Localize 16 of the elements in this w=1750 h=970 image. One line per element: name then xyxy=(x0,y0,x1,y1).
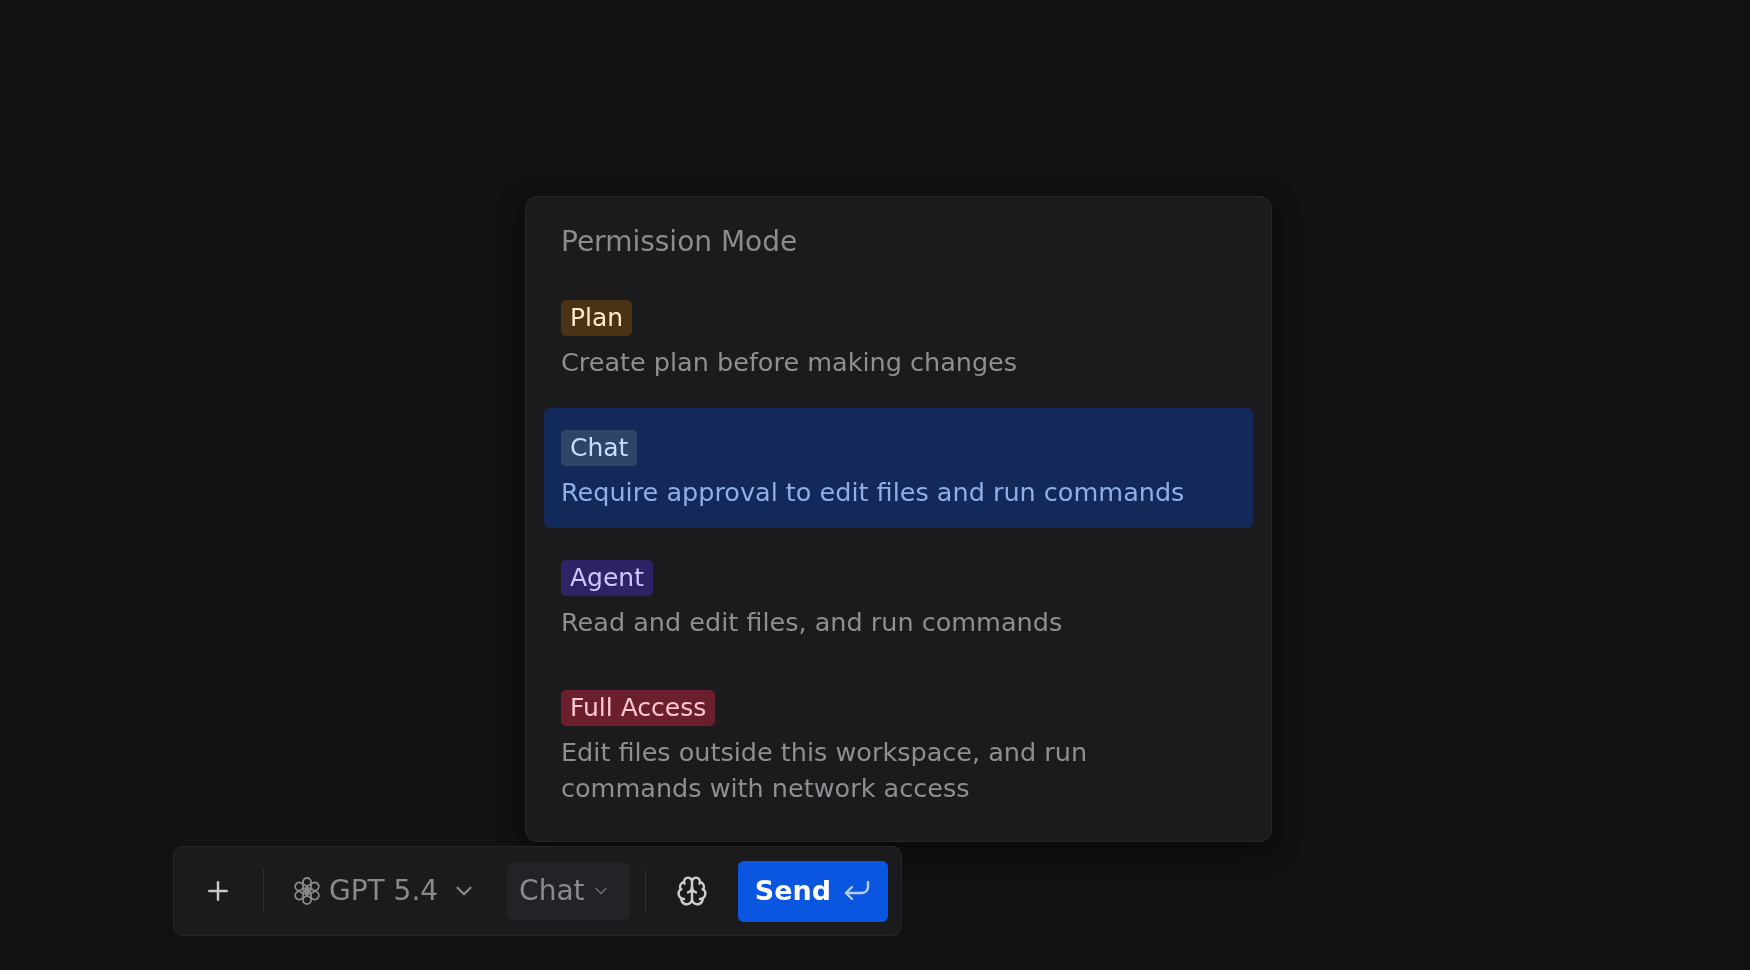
send-button[interactable]: Send xyxy=(738,860,888,922)
mode-tag: Full Access xyxy=(561,690,716,726)
flower-logo-icon xyxy=(292,876,322,906)
brain-icon xyxy=(676,875,709,907)
mode-tag: Chat xyxy=(561,430,638,466)
option-description: Require approval to edit files and run commands xyxy=(561,476,1185,509)
option-description: Edit files outside this workspace, and run commands with network access xyxy=(561,736,1089,805)
menu-title: Permission Mode xyxy=(561,226,798,258)
permission-option[interactable]: Chat Require approval to edit files and run commands xyxy=(544,408,1253,528)
return-arrow-icon xyxy=(843,880,872,902)
model-selector[interactable]: GPT 5.4 xyxy=(292,866,478,916)
option-description: Read and edit files, and run commands xyxy=(561,606,1063,639)
option-description: Create plan before making changes xyxy=(561,346,1018,379)
mode-selector[interactable]: Chat xyxy=(507,862,631,920)
mode-tag: Plan xyxy=(561,300,633,336)
mode-tag: Agent xyxy=(561,560,653,596)
